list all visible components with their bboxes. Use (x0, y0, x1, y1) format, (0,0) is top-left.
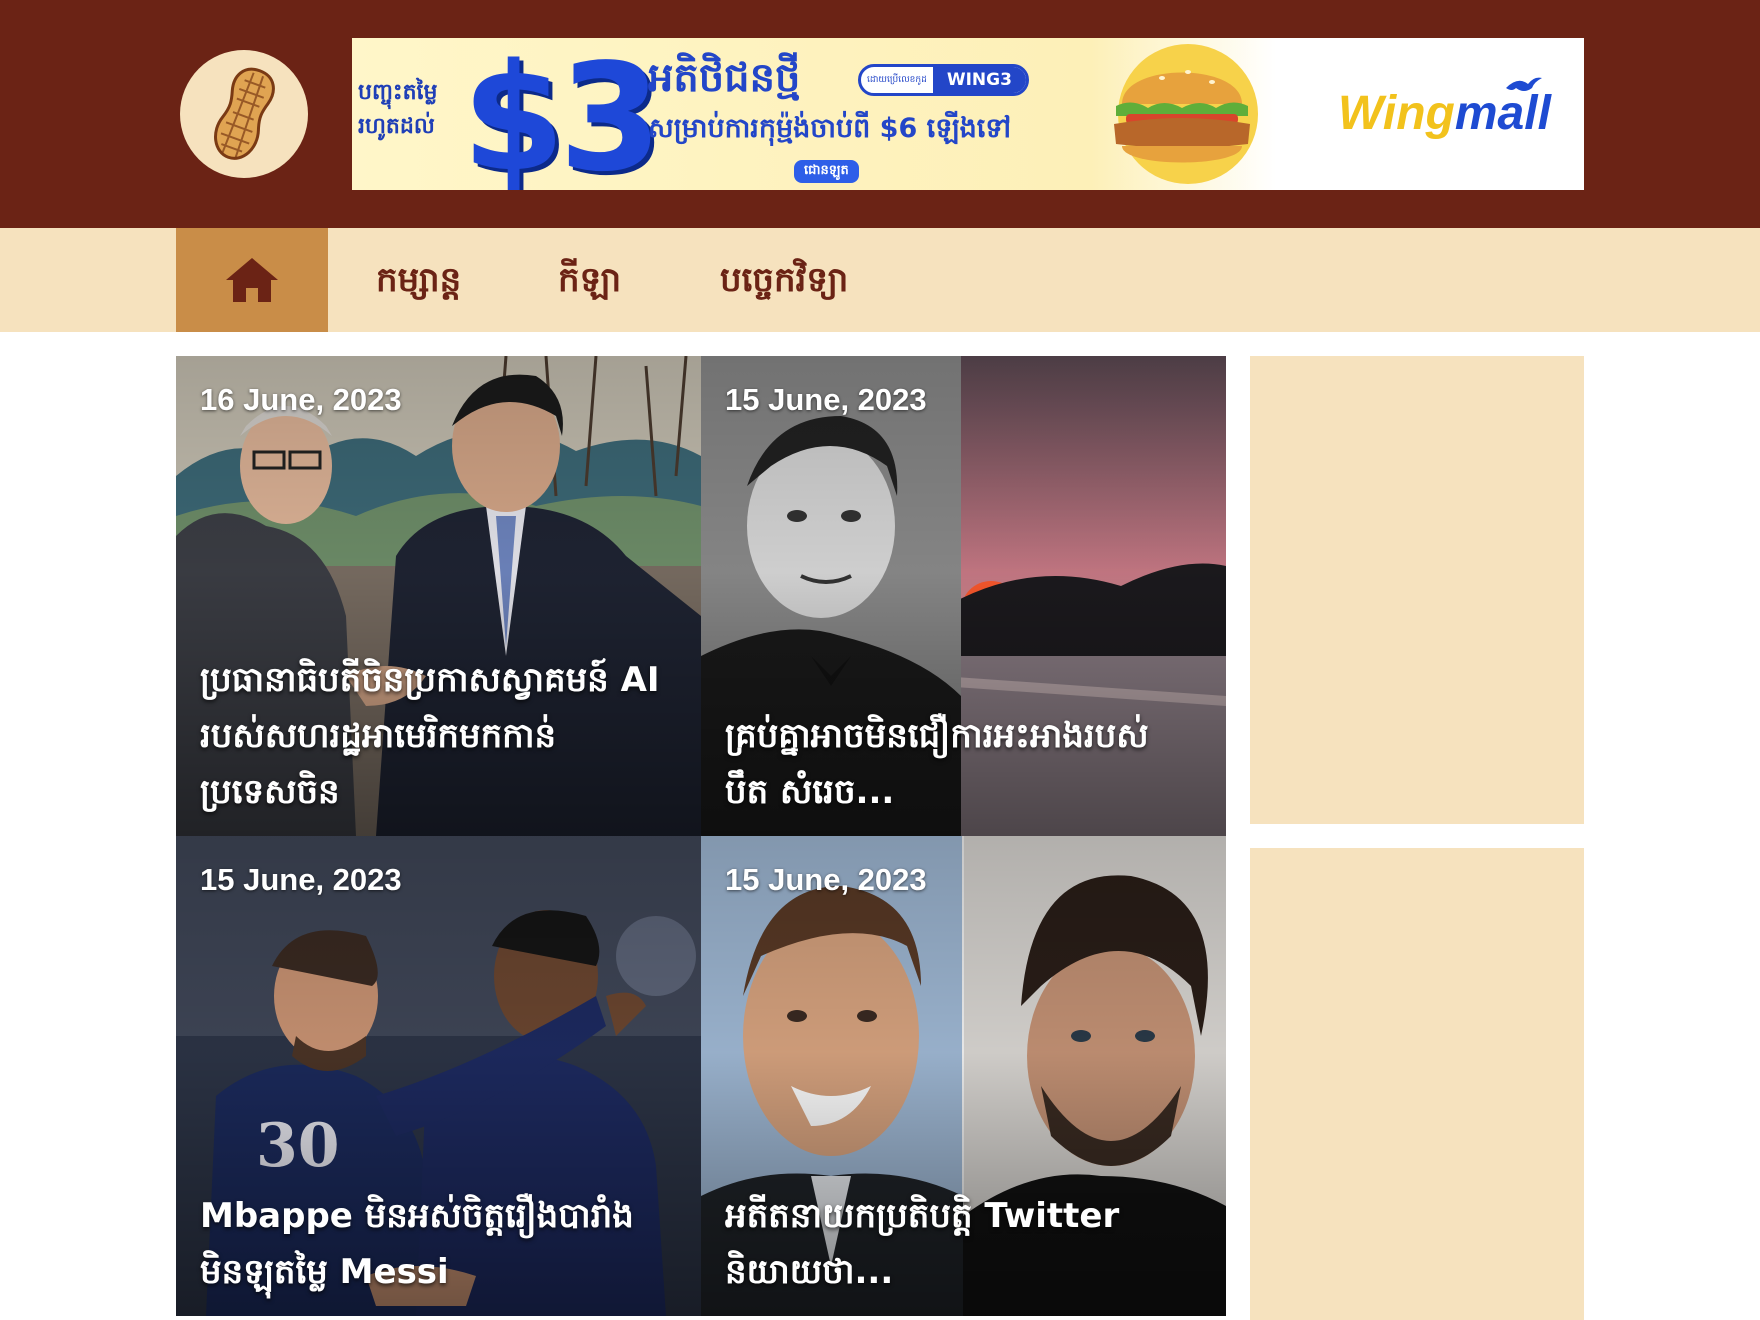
article-grid: 16 June, 2023 ប្រធានាធិបតីចិនប្រកាសស្វាគ… (176, 356, 1226, 1316)
ad-promo-code: ដោយប្រើលេខកូដ WING3 (858, 64, 1029, 96)
ad-banner[interactable]: បញ្ចុះតម្លៃរហូតដល់ $3 អតិថិជនថ្មី ដោយប្រ… (352, 38, 1584, 190)
article-card[interactable]: 30 15 June, 2023 Mbappe មិនអស់ចិត្តរឿងបា… (176, 836, 701, 1316)
wing-bird-icon (1506, 77, 1542, 91)
nav-item-entertainment[interactable]: កម្សាន្ត (376, 228, 461, 332)
burger-icon (1114, 44, 1258, 184)
site-header: បញ្ចុះតម្លៃរហូតដល់ $3 អតិថិជនថ្មី ដោយប្រ… (0, 0, 1760, 228)
sidebar-ad-slot (1250, 356, 1584, 824)
nav-item-technology[interactable]: បច្ចេកវិទ្យា (720, 228, 848, 332)
ad-subtext: សម្រាប់ការកុម្ម៉ង់ចាប់ពី $6 ឡើងទៅ (648, 113, 1012, 144)
article-date: 15 June, 2023 (725, 382, 927, 417)
ad-code-prefix: ដោយប្រើលេខកូដ (867, 74, 927, 85)
nav-item-sports[interactable]: កីឡា (558, 228, 621, 332)
article-card[interactable]: 15 June, 2023 គ្រប់គ្នាអាចមិនជឿការអះអាងរ… (701, 356, 1226, 836)
ad-cta-button[interactable]: ជោនឡូត (794, 160, 859, 183)
nav-home-button[interactable] (176, 228, 328, 332)
article-date: 15 June, 2023 (725, 862, 927, 897)
article-card[interactable]: 16 June, 2023 ប្រធានាធិបតីចិនប្រកាសស្វាគ… (176, 356, 701, 836)
ad-price: $3 (462, 38, 662, 190)
article-card[interactable]: 15 June, 2023 អតីតនាយកប្រតិបត្តិ Twitter… (701, 836, 1226, 1316)
home-icon (226, 258, 278, 302)
ad-headline: អតិថិជនថ្មី (648, 55, 801, 101)
ad-code-value: WING3 (932, 67, 1026, 93)
article-title[interactable]: អតីតនាយកប្រតិបត្តិ Twitter និយាយថា... (725, 1188, 1202, 1300)
article-title[interactable]: ប្រធានាធិបតីចិនប្រកាសស្វាគមន៍ AI របស់សហរ… (200, 652, 677, 820)
article-date: 15 June, 2023 (200, 862, 402, 897)
sidebar-ad-slot (1250, 848, 1584, 1320)
main-nav: កម្សាន្ត កីឡា បច្ចេកវិទ្យា (0, 228, 1760, 332)
site-logo[interactable] (180, 50, 308, 178)
ad-discount-text: បញ្ចុះតម្លៃរហូតដល់ (358, 80, 438, 139)
peanut-icon (214, 67, 275, 160)
article-title[interactable]: Mbappe មិនអស់ចិត្តរឿងបារាំងមិនឡុតម្លៃ Me… (200, 1188, 677, 1300)
article-date: 16 June, 2023 (200, 382, 402, 417)
article-title[interactable]: គ្រប់គ្នាអាចមិនជឿការអះអាងរបស់ បឹត សំរេច.… (725, 708, 1202, 820)
